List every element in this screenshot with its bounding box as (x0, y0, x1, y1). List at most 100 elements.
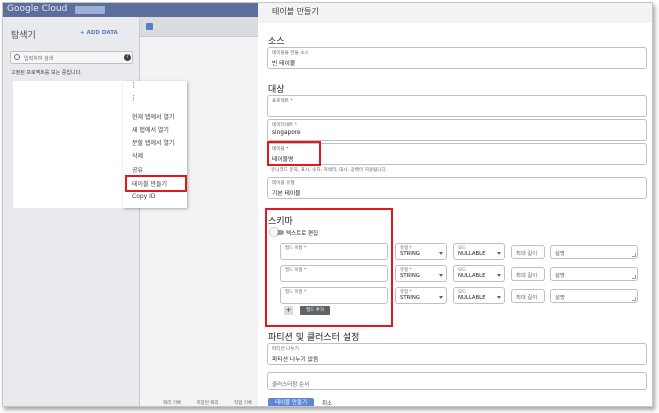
type-value-2: STRING (400, 273, 420, 279)
schema-heading: 스키마 (268, 217, 293, 227)
max-length-placeholder-2: 최대 길이 (516, 273, 538, 279)
max-length-placeholder-1: 최대 길이 (516, 251, 538, 257)
more-options-icon[interactable]: ⋮ (130, 82, 137, 89)
project-selector[interactable] (75, 6, 105, 14)
resize-grip-icon[interactable] (632, 297, 636, 301)
max-length-input-1[interactable]: 최대 길이 (511, 245, 545, 259)
add-data-button[interactable]: + ADD DATA (80, 30, 118, 36)
table-type-label: 테이블 유형 (272, 181, 295, 186)
dataset-input[interactable]: 데이터세트 * singapore (267, 119, 647, 141)
chevron-down-icon (439, 296, 443, 299)
max-length-input-2[interactable]: 최대 길이 (511, 267, 545, 281)
clustering-order-input[interactable]: 클러스터링 순서 (267, 372, 647, 390)
description-input-1[interactable]: 설명 (550, 245, 638, 259)
chevron-down-icon (497, 296, 501, 299)
max-length-input-3[interactable]: 최대 길이 (511, 289, 545, 303)
create-from-value: 빈 테이블 (272, 61, 296, 67)
query-tab-icon[interactable] (146, 23, 153, 30)
destination-heading: 대상 (268, 85, 285, 95)
add-field-button[interactable]: 필드 추가 (300, 306, 330, 315)
screenshot-frame: Google Cloud 탐색기 + ADD DATA 입력하여 검색 ? 고정… (2, 2, 653, 407)
description-input-2[interactable]: 설명 (550, 267, 638, 281)
description-placeholder-2: 설명 (555, 273, 565, 279)
chevron-down-icon (439, 252, 443, 255)
menu-item-open-split-tab[interactable]: 분할 탭에서 열기 (132, 138, 174, 147)
type-select-1[interactable]: 유형 * STRING (395, 243, 447, 260)
table-name-input[interactable]: 테이블 * 테이블명 (267, 143, 647, 165)
chevron-down-icon (439, 274, 443, 277)
create-from-label: 테이블을 만들 소스 (272, 51, 309, 56)
starred-projects-text: 고정된 프로젝트를 보는 중입니다. (11, 70, 82, 76)
type-select-2[interactable]: 유형 * STRING (395, 265, 447, 282)
chevron-down-icon (497, 274, 501, 277)
mode-select-1[interactable]: 모드 NULLABLE (453, 243, 505, 260)
mode-select-3[interactable]: 모드 NULLABLE (453, 287, 505, 304)
bottom-tabs: 쿼리 기록 저장된 쿼리 작업 기록 (163, 400, 266, 406)
context-menu: ⋮ ⋮ 현재 탭에서 열기 새 탭에서 열기 분할 탭에서 열기 삭제 공유 테… (123, 81, 187, 208)
partition-value: 파티션 나누기 없음 (272, 357, 319, 363)
edit-as-text-label: 텍스트로 편집 (286, 231, 319, 237)
panel-header: 테이블 만들기 (258, 3, 652, 23)
menu-item-delete[interactable]: 삭제 (132, 151, 143, 160)
menu-item-share[interactable]: 공유 (132, 165, 143, 174)
resize-grip-icon[interactable] (632, 275, 636, 279)
add-icon[interactable]: + (284, 306, 293, 315)
project-input[interactable]: 프로젝트 * (267, 95, 647, 117)
menu-item-open-new-tab[interactable]: 새 탭에서 열기 (132, 125, 169, 134)
field-name-label-1: 필드 이름 * (285, 246, 307, 251)
description-placeholder-1: 설명 (555, 251, 565, 257)
dataset-row-area (13, 81, 123, 208)
search-icon (14, 54, 20, 60)
create-table-panel: 테이블 만들기 소스 테이블을 만들 소스 빈 테이블 대상 프로젝트 * 데이… (258, 3, 652, 406)
source-heading: 소스 (268, 37, 285, 47)
mode-select-2[interactable]: 모드 NULLABLE (453, 265, 505, 282)
query-tab-bar (140, 17, 258, 37)
dataset-label: 데이터세트 * (272, 123, 297, 128)
mode-value-2: NULLABLE (458, 273, 486, 279)
help-icon[interactable]: ? (124, 54, 131, 61)
panel-title: 테이블 만들기 (272, 7, 319, 16)
menu-item-create-table[interactable]: 테이블 만들기 (132, 179, 167, 188)
mode-value-3: NULLABLE (458, 295, 486, 301)
tab-saved-queries[interactable]: 저장된 쿼리 (196, 401, 218, 406)
partition-label: 파티션 나누기 (272, 347, 299, 352)
table-name-hint: 유니코드 문자, 표시, 숫자, 커넥터, 대시, 공백이 허용됩니다. (271, 168, 388, 173)
table-type-select[interactable]: 테이블 유형 기본 테이블 (267, 177, 647, 199)
description-placeholder-3: 설명 (555, 295, 565, 301)
max-length-placeholder-3: 최대 길이 (516, 295, 538, 301)
table-name-value: 테이블명 (272, 157, 294, 163)
tab-job-history[interactable]: 작업 기록 (234, 401, 252, 406)
explorer-pane: 탐색기 + ADD DATA 입력하여 검색 ? 고정된 프로젝트를 보는 중입… (3, 17, 140, 406)
table-type-value: 기본 테이블 (272, 191, 301, 197)
console-background: Google Cloud 탐색기 + ADD DATA 입력하여 검색 ? 고정… (3, 3, 258, 406)
create-from-select[interactable]: 테이블을 만들 소스 빈 테이블 (267, 47, 647, 69)
project-label: 프로젝트 * (272, 99, 293, 104)
chevron-down-icon (497, 252, 501, 255)
create-table-button[interactable]: 테이블 만들기 (268, 398, 314, 406)
explorer-search-input[interactable]: 입력하여 검색 ? (10, 51, 133, 64)
field-name-input-2[interactable]: 필드 이름 * (280, 265, 388, 282)
edit-as-text-toggle-knob[interactable] (270, 228, 278, 236)
mode-value-1: NULLABLE (458, 251, 486, 257)
tab-query-history[interactable]: 쿼리 기록 (163, 401, 181, 406)
field-name-input-3[interactable]: 필드 이름 * (280, 287, 388, 304)
menu-item-copy-id[interactable]: Copy ID (132, 193, 156, 200)
explorer-title: 탐색기 (11, 31, 36, 41)
field-name-label-2: 필드 이름 * (285, 268, 307, 273)
partition-heading: 파티션 및 클러스터 설정 (268, 333, 360, 343)
clustering-order-placeholder: 클러스터링 순서 (272, 382, 310, 388)
type-select-3[interactable]: 유형 * STRING (395, 287, 447, 304)
type-value-1: STRING (400, 251, 420, 257)
more-options-icon-2[interactable]: ⋮ (130, 95, 137, 102)
brand-logo: Google Cloud (7, 4, 68, 14)
top-bar: Google Cloud (3, 3, 258, 17)
field-name-input-1[interactable]: 필드 이름 * (280, 243, 388, 260)
partition-select[interactable]: 파티션 나누기 파티션 나누기 없음 (267, 343, 647, 365)
menu-item-open-current-tab[interactable]: 현재 탭에서 열기 (132, 112, 174, 121)
cancel-button[interactable]: 취소 (322, 399, 332, 406)
resize-grip-icon[interactable] (632, 253, 636, 257)
field-name-label-3: 필드 이름 * (285, 290, 307, 295)
dataset-value: singapore (272, 130, 301, 136)
table-name-label: 테이블 * (272, 147, 289, 152)
description-input-3[interactable]: 설명 (550, 289, 638, 303)
